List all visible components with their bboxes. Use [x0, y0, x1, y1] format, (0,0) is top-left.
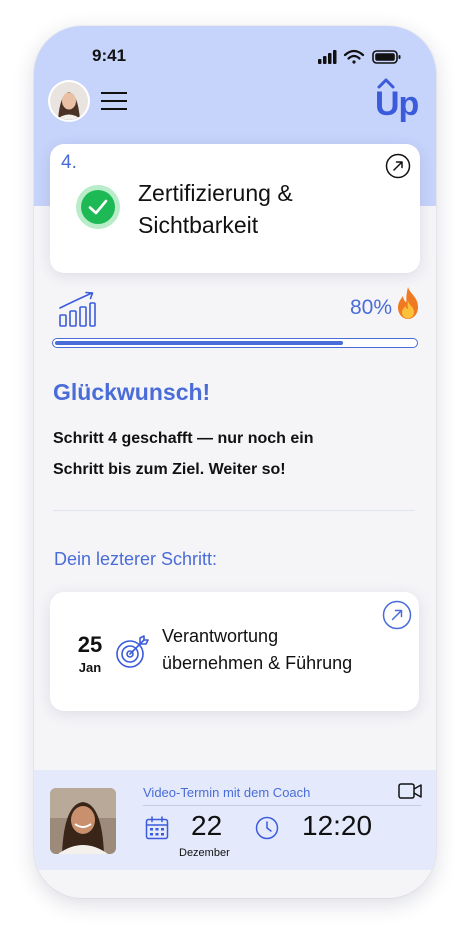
- coach-avatar[interactable]: [50, 788, 116, 854]
- coach-time: 12:20: [302, 810, 373, 841]
- open-arrow-icon[interactable]: [385, 153, 411, 179]
- congrats-title: Glückwunsch!: [53, 379, 211, 405]
- coach-month: Dezember: [179, 847, 230, 859]
- app-logo: Up: [374, 78, 422, 123]
- coach-appointment-bar[interactable]: Video-Termin mit dem Coach 22 Dezember 1…: [34, 770, 436, 870]
- signal-icon: [318, 50, 337, 64]
- last-step-day: 25: [77, 632, 103, 657]
- video-camera-icon[interactable]: [398, 782, 422, 800]
- section-divider: [53, 510, 415, 511]
- step-title-line-2: Sichtbarkeit: [138, 212, 259, 238]
- logo-text: Up: [375, 85, 419, 123]
- hamburger-menu-icon[interactable]: [101, 91, 127, 111]
- user-avatar[interactable]: [50, 82, 88, 120]
- last-step-month: Jan: [78, 660, 102, 675]
- congrats-message: Schritt 4 geschafft — nur noch ein Schri…: [53, 423, 383, 485]
- progress-bar-fill: [55, 341, 343, 345]
- last-step-title: Verantwortung übernehmen & Führung: [162, 623, 402, 677]
- step-number: 4.: [61, 152, 77, 173]
- avatar-image: [50, 82, 88, 120]
- coach-label: Video-Termin mit dem Coach: [143, 785, 311, 800]
- phone-frame: 9:41 Up 4. Zertifizierung & Sichtbarkeit…: [34, 26, 436, 898]
- progress-bar: [52, 338, 418, 348]
- growth-chart-icon: [59, 291, 96, 327]
- step-title: Zertifizierung & Sichtbarkeit: [138, 177, 388, 241]
- step-title-line-1: Zertifizierung &: [138, 180, 293, 206]
- coach-day: 22: [191, 810, 223, 841]
- coach-photo-image: [50, 788, 116, 854]
- battery-icon: [372, 50, 401, 64]
- check-circle-icon: [76, 185, 120, 229]
- current-step-card[interactable]: 4. Zertifizierung & Sichtbarkeit: [50, 144, 420, 273]
- wifi-icon: [343, 49, 365, 64]
- calendar-icon: [145, 816, 169, 840]
- status-icons: [318, 49, 401, 64]
- last-step-label: Dein lezterer Schritt:: [54, 549, 218, 569]
- last-step-card[interactable]: 25 Jan Verantwortung übernehmen & Führun…: [50, 592, 419, 711]
- fire-icon: [398, 287, 418, 319]
- target-icon: [116, 635, 149, 668]
- coach-divider: [143, 805, 421, 806]
- congrats-message-line-1: Schritt 4 geschafft — nur noch ein: [53, 430, 314, 447]
- last-step-title-line-2: übernehmen & Führung: [162, 653, 353, 673]
- progress-percent: 80%: [349, 296, 392, 319]
- clock-icon: [255, 816, 279, 840]
- congrats-message-line-2: Schritt bis zum Ziel. Weiter so!: [53, 461, 286, 478]
- last-step-title-line-1: Verantwortung: [162, 626, 279, 646]
- status-time: 9:41: [92, 46, 127, 65]
